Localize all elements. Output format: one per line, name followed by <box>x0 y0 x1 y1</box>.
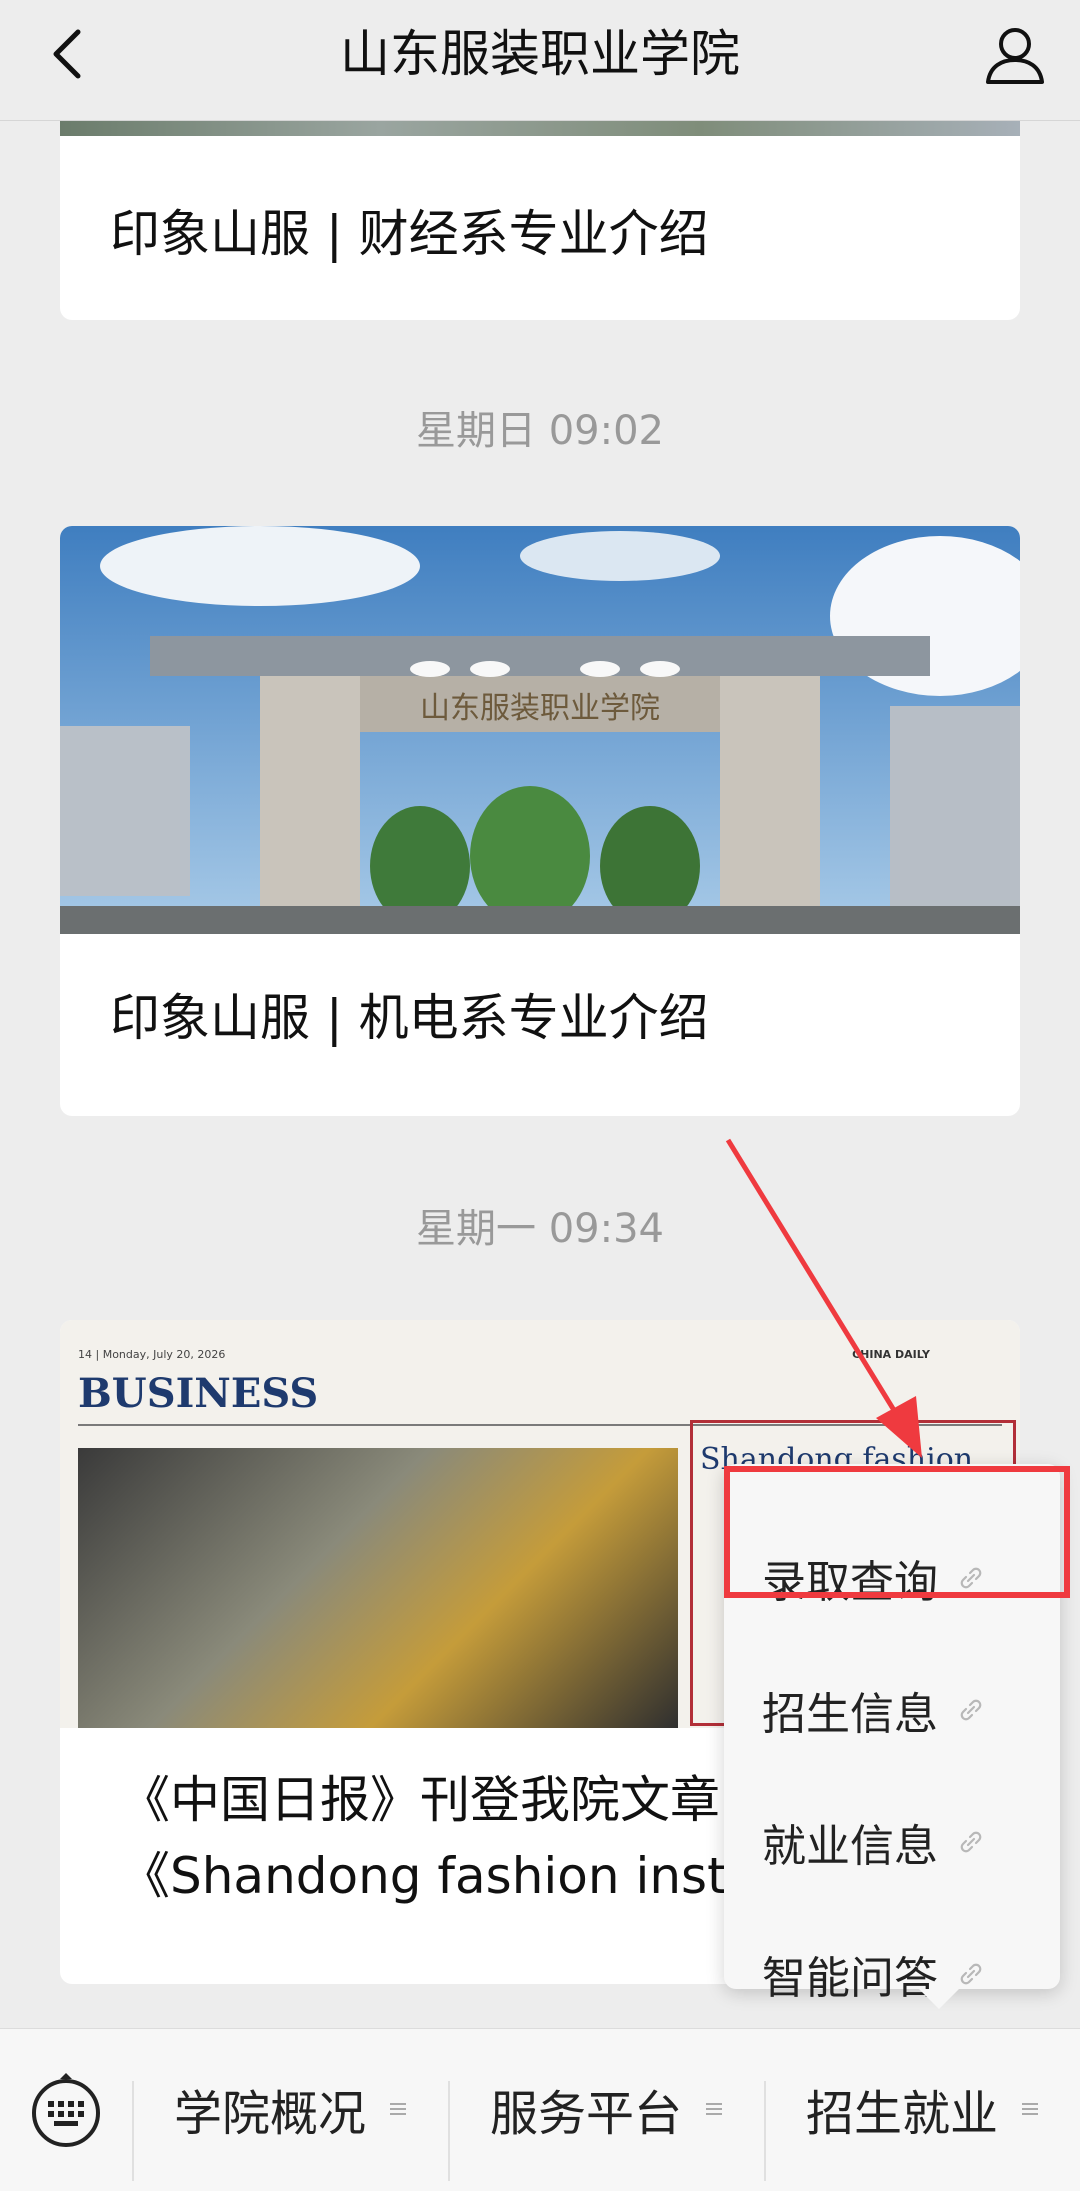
highlight-box <box>724 1466 1070 1598</box>
annotation-arrow <box>725 1138 922 1458</box>
